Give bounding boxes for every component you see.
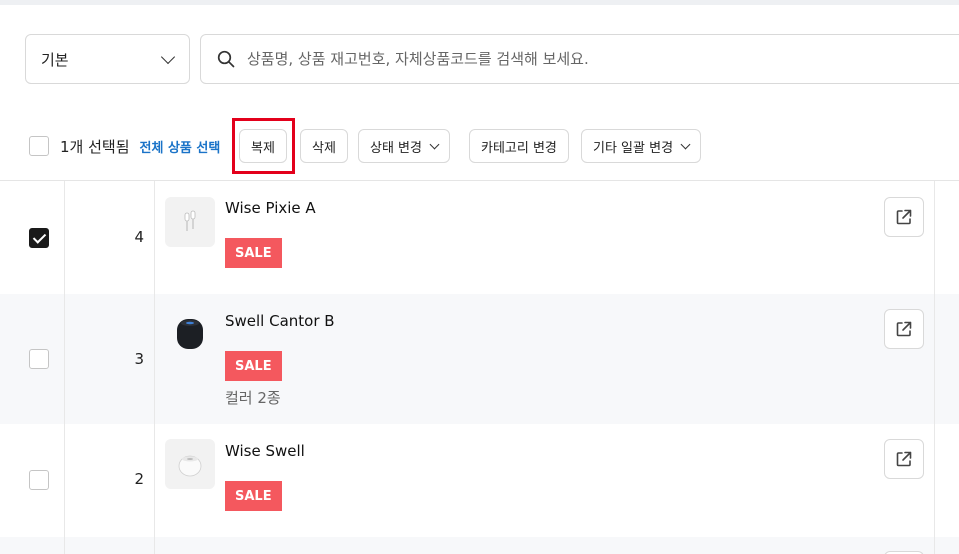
- external-link-icon: [896, 451, 912, 467]
- table-row[interactable]: [0, 537, 959, 554]
- product-table: 4 Wise Pixie A SALE 3 Swell Cantor B SAL…: [0, 180, 959, 554]
- row-number: 3: [134, 350, 144, 368]
- variant-info: 컬러 2종: [225, 389, 281, 407]
- chevron-down-icon: [680, 139, 691, 149]
- delete-button[interactable]: 삭제: [300, 129, 348, 163]
- open-external-button[interactable]: [884, 197, 924, 237]
- other-bulk-change-button[interactable]: 기타 일괄 변경: [581, 129, 702, 163]
- row-checkbox[interactable]: [29, 228, 49, 248]
- status-change-button[interactable]: 상태 변경: [358, 129, 450, 163]
- filter-select[interactable]: 기본: [25, 34, 190, 84]
- category-change-button[interactable]: 카테고리 변경: [469, 129, 569, 163]
- chevron-down-icon: [429, 139, 440, 149]
- delete-label: 삭제: [312, 140, 336, 156]
- filter-select-value: 기본: [41, 50, 69, 69]
- open-external-button[interactable]: [884, 439, 924, 479]
- column-divider: [934, 181, 935, 554]
- duplicate-highlight-box: [232, 118, 295, 174]
- search-bar[interactable]: [200, 34, 959, 84]
- product-name[interactable]: Wise Swell: [225, 442, 305, 460]
- external-link-icon: [896, 321, 912, 337]
- search-icon: [217, 50, 235, 68]
- category-change-label: 카테고리 변경: [481, 140, 557, 156]
- chevron-down-icon: [160, 49, 176, 64]
- top-strip: [0, 0, 959, 5]
- status-change-label: 상태 변경: [370, 140, 422, 156]
- search-input[interactable]: [247, 50, 927, 68]
- row-checkbox[interactable]: [29, 349, 49, 369]
- other-bulk-change-label: 기타 일괄 변경: [593, 140, 674, 156]
- mini-speaker-icon: [165, 439, 215, 489]
- product-name[interactable]: Swell Cantor B: [225, 312, 335, 330]
- sale-badge: SALE: [225, 481, 282, 511]
- speaker-icon: [165, 308, 215, 358]
- row-number: 4: [134, 228, 144, 246]
- product-name[interactable]: Wise Pixie A: [225, 199, 316, 217]
- table-row[interactable]: 3 Swell Cantor B SALE 컬러 2종: [0, 294, 959, 424]
- sale-badge: SALE: [225, 238, 282, 268]
- column-divider: [64, 181, 65, 554]
- bulk-action-buttons: 복제 삭제 상태 변경 카테고리 변경 기타 일괄 변경: [0, 129, 959, 163]
- table-row[interactable]: 4 Wise Pixie A SALE: [0, 181, 959, 294]
- column-divider: [154, 181, 155, 554]
- row-checkbox[interactable]: [29, 470, 49, 490]
- table-row[interactable]: 2 Wise Swell SALE: [0, 424, 959, 537]
- external-link-icon: [896, 209, 912, 225]
- earbuds-icon: [165, 197, 215, 247]
- open-external-button[interactable]: [884, 309, 924, 349]
- sale-badge: SALE: [225, 351, 282, 381]
- row-number: 2: [134, 470, 144, 488]
